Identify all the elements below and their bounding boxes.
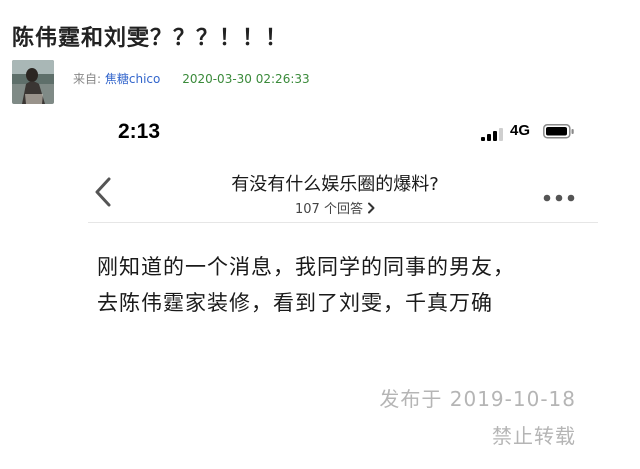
answer-count[interactable]: 107 个回答 <box>150 198 520 218</box>
phone-status-bar: 2:13 4G <box>118 120 583 146</box>
chevron-right-icon <box>367 202 375 218</box>
chevron-left-icon[interactable] <box>92 176 114 212</box>
more-dots-icon[interactable] <box>543 188 575 207</box>
battery-icon <box>543 124 575 143</box>
post-title: 陈伟霆和刘雯？？？！！！ <box>12 26 289 51</box>
signal-bars-icon <box>481 126 505 145</box>
question-title[interactable]: 有没有什么娱乐圈的爆料? <box>150 170 520 196</box>
author-link[interactable]: 焦糖chico <box>105 72 160 86</box>
answer-count-label: 107 个回答 <box>295 202 363 217</box>
copyright-notice: 禁止转载 <box>492 424 576 448</box>
status-time: 2:13 <box>118 120 161 143</box>
post-timestamp: 2020-03-30 02:26:33 <box>182 72 310 86</box>
avatar[interactable] <box>12 60 54 104</box>
nav-divider <box>88 222 598 223</box>
answer-line: 刚知道的一个消息，我同学的同事的男友， <box>97 255 515 279</box>
from-label: 来自: <box>73 72 102 86</box>
answer-body: 刚知道的一个消息，我同学的同事的男友， 去陈伟霆家装修，看到了刘雯，千真万确 <box>97 249 607 321</box>
published-date: 发布于 2019-10-18 <box>379 387 576 411</box>
network-type: 4G <box>510 122 531 139</box>
post-meta: 来自: 焦糖chico 2020-03-30 02:26:33 <box>73 70 310 87</box>
answer-line: 去陈伟霆家装修，看到了刘雯，千真万确 <box>97 291 493 315</box>
